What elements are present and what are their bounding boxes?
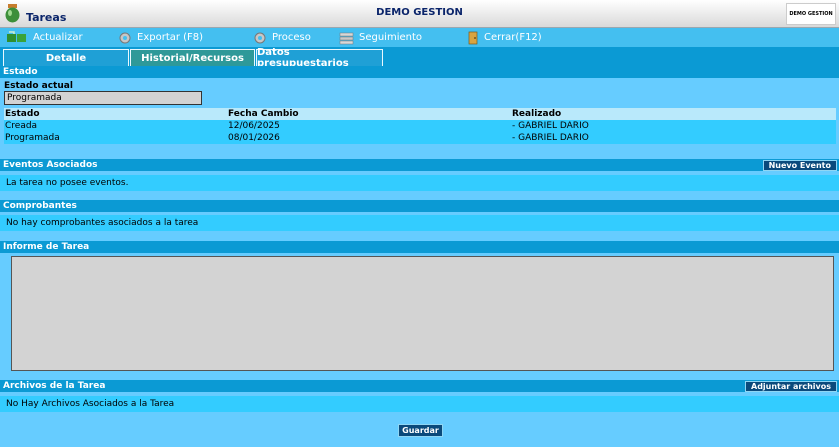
proceso-button[interactable]: Proceso [253, 28, 311, 47]
exportar-button[interactable]: Exportar (F8) [118, 28, 203, 47]
tab-datos-presupuestarios[interactable]: Datos presupuestarios [256, 47, 383, 69]
eventos-message: La tarea no posee eventos. [0, 175, 839, 191]
eventos-section-header: Eventos Asociados Nuevo Evento [0, 159, 839, 171]
exit-door-icon [468, 31, 478, 44]
cerrar-button[interactable]: Cerrar(F12) [467, 28, 542, 47]
export-gear-icon [119, 32, 131, 43]
row-estado: Programada [5, 133, 60, 143]
row-estado: Creada [5, 121, 38, 131]
table-header-row: Estado Fecha Cambio Realizado [4, 108, 836, 120]
tab-historial-recursos[interactable]: Historial/Recursos [130, 49, 255, 66]
estado-actual-label: Estado actual [4, 81, 73, 91]
row-realizado: - GABRIEL DARIO [512, 121, 589, 131]
title-bar: Tareas DEMO GESTION DEMO GESTION [0, 0, 839, 28]
company-logo: DEMO GESTION [786, 3, 836, 25]
exportar-label: Exportar (F8) [137, 32, 204, 43]
estado-history-table: Estado Fecha Cambio Realizado Creada 12/… [4, 108, 836, 144]
adjuntar-archivos-button[interactable]: Adjuntar archivos [745, 381, 837, 392]
toolbar: Actualizar Exportar (F8) Proceso Seguimi… [0, 28, 839, 47]
archivos-section-header: Archivos de la Tarea Adjuntar archivos [0, 380, 839, 392]
seguimiento-button[interactable]: Seguimiento [339, 28, 422, 47]
estado-section-header: Estado [0, 66, 839, 78]
guardar-button[interactable]: Guardar [398, 424, 443, 437]
books-icon [339, 32, 354, 44]
tab-detalle[interactable]: Detalle [3, 49, 129, 66]
actualizar-button[interactable]: Actualizar [6, 28, 83, 47]
cerrar-label: Cerrar(F12) [484, 32, 542, 43]
column-header-estado: Estado [5, 109, 40, 119]
column-header-realizado: Realizado [512, 109, 562, 119]
column-header-fecha: Fecha Cambio [228, 109, 299, 119]
company-name: DEMO GESTION [376, 7, 463, 18]
proceso-label: Proceso [272, 32, 311, 43]
seguimiento-label: Seguimiento [359, 32, 423, 43]
estado-actual-field: Programada [4, 91, 202, 105]
informe-section-header: Informe de Tarea [0, 241, 839, 253]
row-fecha: 12/06/2025 [228, 121, 280, 131]
process-gear-icon [254, 32, 266, 43]
archivos-section-title: Archivos de la Tarea [3, 381, 106, 391]
row-realizado: - GABRIEL DARIO [512, 133, 589, 143]
comprobantes-message: No hay comprobantes asociados a la tarea [0, 215, 839, 231]
refresh-icon [7, 30, 26, 42]
eventos-section-title: Eventos Asociados [3, 160, 98, 170]
row-fecha: 08/01/2026 [228, 133, 280, 143]
informe-textarea[interactable] [11, 256, 834, 371]
table-row: Programada 08/01/2026 - GABRIEL DARIO [4, 132, 836, 144]
table-row: Creada 12/06/2025 - GABRIEL DARIO [4, 120, 836, 132]
comprobantes-section-header: Comprobantes [0, 200, 839, 212]
archivos-message: No Hay Archivos Asociados a la Tarea [0, 396, 839, 412]
actualizar-label: Actualizar [33, 32, 83, 43]
tab-bar: Detalle Historial/Recursos Datos presupu… [0, 47, 839, 69]
nuevo-evento-button[interactable]: Nuevo Evento [762, 160, 837, 171]
